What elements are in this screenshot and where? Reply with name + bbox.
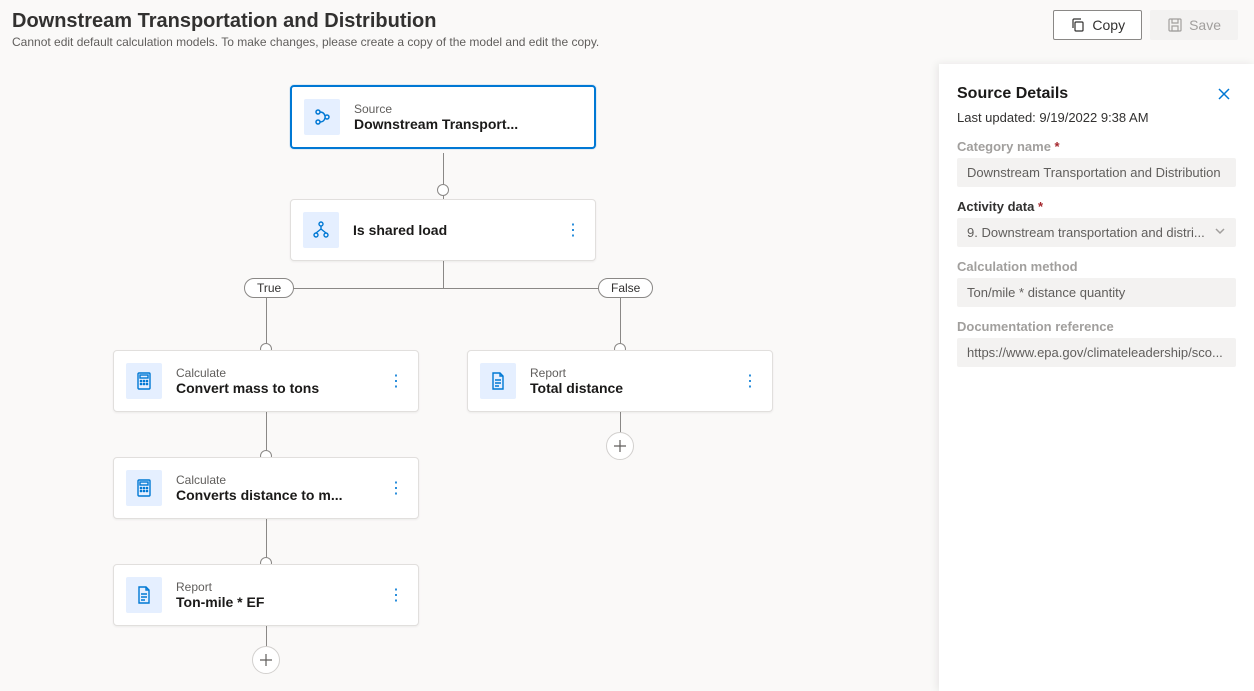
condition-node[interactable]: Is shared load ⋮ [290, 199, 596, 261]
node-menu-button[interactable]: ⋮ [386, 581, 406, 609]
node-type: Calculate [176, 473, 372, 487]
activity-label: Activity data * [957, 199, 1236, 214]
method-input[interactable]: Ton/mile * distance quantity [957, 278, 1236, 307]
branch-false-label: False [598, 278, 653, 298]
source-node[interactable]: Source Downstream Transport... [290, 85, 596, 149]
details-panel: Source Details Last updated: 9/19/2022 9… [939, 64, 1254, 691]
activity-select[interactable]: 9. Downstream transportation and distri.… [957, 218, 1236, 247]
node-title: Is shared load [353, 222, 549, 238]
last-updated: Last updated: 9/19/2022 9:38 AM [957, 110, 1236, 125]
category-label: Category name * [957, 139, 1236, 154]
method-label: Calculation method [957, 259, 1236, 274]
close-button[interactable] [1212, 82, 1236, 106]
document-icon [126, 577, 162, 613]
node-title: Ton-mile * EF [176, 594, 372, 610]
chevron-down-icon [1214, 225, 1226, 240]
copy-button[interactable]: Copy [1053, 10, 1142, 40]
add-node-button[interactable] [252, 646, 280, 674]
node-menu-button[interactable]: ⋮ [740, 367, 760, 395]
report-node[interactable]: Report Ton-mile * EF ⋮ [113, 564, 419, 626]
node-title: Converts distance to m... [176, 487, 372, 503]
node-type: Calculate [176, 366, 372, 380]
condition-icon [303, 212, 339, 248]
connector [266, 288, 621, 289]
save-icon [1167, 17, 1183, 33]
node-type: Report [530, 366, 726, 380]
node-menu-button[interactable]: ⋮ [386, 474, 406, 502]
node-type: Source [354, 102, 582, 116]
category-input[interactable]: Downstream Transportation and Distributi… [957, 158, 1236, 187]
node-title: Downstream Transport... [354, 116, 582, 132]
save-button: Save [1150, 10, 1238, 40]
flow-canvas: True False Source Downstream Transport..… [0, 60, 934, 691]
page-title: Downstream Transportation and Distributi… [12, 10, 1053, 33]
copy-icon [1070, 17, 1086, 33]
calculate-node[interactable]: Calculate Convert mass to tons ⋮ [113, 350, 419, 412]
node-title: Total distance [530, 380, 726, 396]
node-menu-button[interactable]: ⋮ [563, 216, 583, 244]
panel-title: Source Details [957, 85, 1068, 103]
calculate-node[interactable]: Calculate Converts distance to m... ⋮ [113, 457, 419, 519]
save-label: Save [1189, 17, 1221, 33]
connector [443, 259, 444, 288]
doc-label: Documentation reference [957, 319, 1236, 334]
connector-dot [437, 184, 449, 196]
document-icon [480, 363, 516, 399]
report-node[interactable]: Report Total distance ⋮ [467, 350, 773, 412]
node-type: Report [176, 580, 372, 594]
page-subtitle: Cannot edit default calculation models. … [12, 35, 1053, 49]
close-icon [1216, 86, 1232, 102]
add-node-button[interactable] [606, 432, 634, 460]
node-title: Convert mass to tons [176, 380, 372, 396]
copy-label: Copy [1092, 17, 1125, 33]
calculator-icon [126, 470, 162, 506]
node-menu-button[interactable]: ⋮ [386, 367, 406, 395]
doc-input[interactable]: https://www.epa.gov/climateleadership/sc… [957, 338, 1236, 367]
branch-true-label: True [244, 278, 294, 298]
calculator-icon [126, 363, 162, 399]
source-icon [304, 99, 340, 135]
